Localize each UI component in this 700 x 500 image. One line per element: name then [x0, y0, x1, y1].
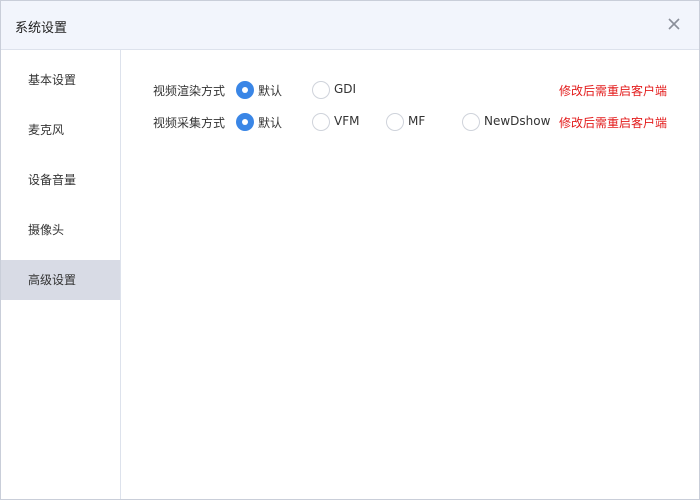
- sidebar-item-basic-settings[interactable]: 基本设置: [1, 60, 120, 100]
- sidebar-item-microphone[interactable]: 麦克风: [1, 110, 120, 150]
- video-render-row: 视频渲染方式 默认 GDI 修改后需重启客户端: [121, 80, 699, 100]
- restart-notice: 修改后需重启客户端: [558, 84, 667, 98]
- video-render-label: 视频渲染方式: [153, 84, 226, 98]
- video-capture-row: 视频采集方式 默认 VFM MF NewDshow 修改后需重启客户端: [121, 112, 699, 132]
- radio-unchecked-icon: [386, 113, 404, 131]
- sidebar-item-label: 麦克风: [28, 123, 65, 137]
- radio-label: NewDshow: [484, 114, 551, 128]
- radio-checked-icon: [236, 81, 254, 99]
- close-icon-glyph: [668, 18, 680, 30]
- radio-checked-icon: [236, 113, 254, 131]
- radio-label: VFM: [334, 114, 360, 128]
- radio-unchecked-icon: [462, 113, 480, 131]
- sidebar-item-advanced-settings[interactable]: 高级设置: [1, 260, 120, 300]
- settings-window: 系统设置 基本设置 麦克风 设备音量 摄像头 高级设置 视频渲染方式 默认 GD…: [0, 0, 700, 500]
- video-capture-label: 视频采集方式: [153, 116, 226, 130]
- close-icon[interactable]: [663, 13, 685, 35]
- settings-sidebar: 基本设置 麦克风 设备音量 摄像头 高级设置: [1, 50, 121, 499]
- radio-label: GDI: [334, 82, 357, 96]
- title-bar: 系统设置: [1, 1, 699, 50]
- window-title: 系统设置: [15, 21, 68, 36]
- radio-label: MF: [408, 114, 426, 128]
- sidebar-item-label: 高级设置: [28, 273, 77, 287]
- radio-label: 默认: [258, 84, 283, 98]
- advanced-settings-panel: 视频渲染方式 默认 GDI 修改后需重启客户端 视频采集方式 默认 VFM MF…: [121, 50, 699, 499]
- sidebar-item-label: 设备音量: [28, 173, 77, 187]
- radio-unchecked-icon: [312, 113, 330, 131]
- sidebar-item-label: 基本设置: [28, 73, 77, 87]
- sidebar-item-label: 摄像头: [28, 223, 65, 237]
- sidebar-item-device-volume[interactable]: 设备音量: [1, 160, 120, 200]
- sidebar-item-camera[interactable]: 摄像头: [1, 210, 120, 250]
- radio-label: 默认: [258, 116, 283, 130]
- restart-notice: 修改后需重启客户端: [558, 116, 667, 130]
- radio-unchecked-icon: [312, 81, 330, 99]
